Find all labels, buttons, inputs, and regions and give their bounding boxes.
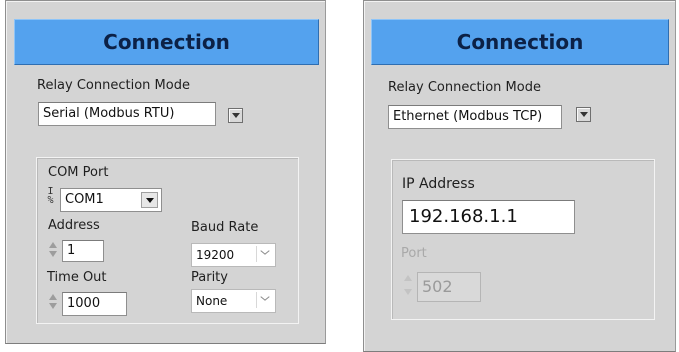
io-name-radix-icon: I%	[47, 186, 54, 206]
relay-connection-mode-label: Relay Connection Mode	[388, 80, 541, 95]
chevron-down-icon[interactable]	[256, 292, 273, 308]
port-label: Port	[401, 246, 427, 261]
connection-panel-ethernet: Connection Relay Connection Mode Etherne…	[363, 0, 676, 352]
address-spinner-icon[interactable]	[47, 239, 59, 261]
ip-address-label: IP Address	[402, 176, 475, 192]
port-spinner-icon	[402, 269, 414, 305]
time-out-label: Time Out	[47, 270, 107, 285]
port-input: 502	[417, 272, 481, 302]
com-port-select[interactable]: COM1	[60, 188, 162, 212]
address-input[interactable]: 1	[62, 240, 104, 262]
parity-select[interactable]: None	[191, 289, 276, 313]
parity-value: None	[196, 294, 228, 308]
ip-address-input[interactable]: 192.168.1.1	[402, 200, 575, 234]
panel-title: Connection	[371, 19, 669, 65]
parity-label: Parity	[191, 270, 228, 285]
baud-rate-value: 19200	[196, 248, 235, 262]
com-port-label: COM Port	[48, 165, 109, 180]
connection-panel-serial: Connection Relay Connection Mode Serial …	[5, 0, 326, 344]
baud-rate-select[interactable]: 19200	[191, 243, 276, 267]
com-port-value: COM1	[65, 192, 104, 207]
chevron-down-icon[interactable]	[256, 246, 273, 262]
relay-mode-ring-arrow-icon[interactable]	[228, 108, 243, 123]
relay-connection-mode-field[interactable]: Serial (Modbus RTU)	[38, 102, 216, 126]
baud-rate-label: Baud Rate	[191, 220, 259, 235]
time-out-input[interactable]: 1000	[62, 292, 127, 316]
panel-title: Connection	[14, 19, 319, 65]
address-label: Address	[48, 218, 100, 233]
relay-mode-ring-arrow-icon[interactable]	[576, 107, 591, 122]
time-out-spinner-icon[interactable]	[47, 291, 59, 313]
relay-connection-mode-label: Relay Connection Mode	[37, 78, 190, 93]
chevron-down-icon[interactable]	[141, 192, 158, 208]
relay-connection-mode-field[interactable]: Ethernet (Modbus TCP)	[388, 105, 562, 129]
